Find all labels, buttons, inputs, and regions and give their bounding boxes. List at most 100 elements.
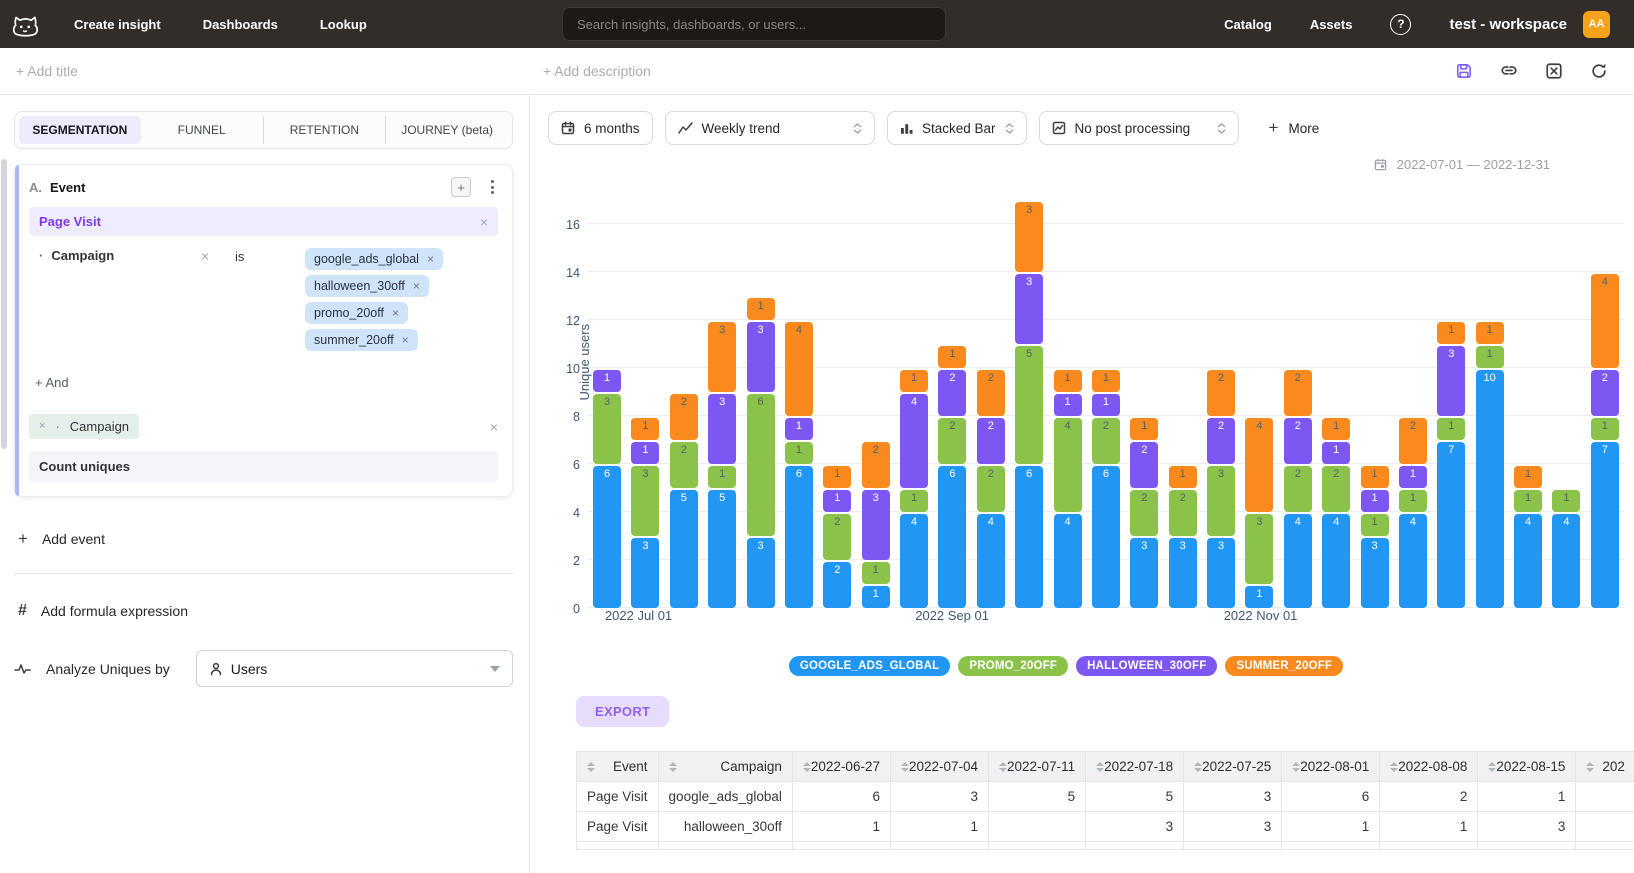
avatar[interactable]: AA [1583,11,1610,38]
column-header-Event[interactable]: Event [577,752,659,782]
segment-summer_20off[interactable]: 3 [1015,202,1043,272]
remove-chip-icon[interactable]: × [413,280,420,292]
bar-2022-07-04[interactable]: 3311 [631,416,659,608]
segment-promo_20off[interactable]: 3 [1245,514,1273,584]
segment-promo_20off[interactable]: 2 [1284,466,1312,512]
sort-icon[interactable] [587,762,595,772]
segment-halloween_30off[interactable]: 1 [1322,442,1350,464]
bar-2022-12-19[interactable]: 41 [1552,488,1580,608]
sort-icon[interactable] [1586,762,1594,772]
sort-icon[interactable] [1390,762,1398,772]
segment-halloween_30off[interactable]: 2 [1284,418,1312,464]
segment-halloween_30off[interactable]: 1 [1092,394,1120,416]
remove-event-icon[interactable]: × [480,215,488,229]
segment-halloween_30off[interactable]: 1 [1361,490,1389,512]
column-header-2022-07-04[interactable]: 2022-07-04 [890,752,988,782]
legend-promo_20off[interactable]: PROMO_20OFF [958,656,1068,676]
bar-2022-09-19[interactable]: 4411 [1054,368,1082,608]
segment-promo_20off[interactable]: 1 [1476,346,1504,368]
bar-2022-08-08[interactable]: 2211 [823,464,851,608]
segment-summer_20off[interactable]: 2 [670,394,698,440]
segment-google_ads_global[interactable]: 4 [900,514,928,608]
sort-icon[interactable] [803,762,811,772]
segment-promo_20off[interactable]: 1 [1552,490,1580,512]
segment-google_ads_global[interactable]: 4 [1322,514,1350,608]
bar-2022-10-10[interactable]: 321 [1169,464,1197,608]
sort-icon[interactable] [669,762,677,772]
segment-summer_20off[interactable]: 1 [1361,466,1389,488]
remove-breakdown-row-icon[interactable]: × [490,420,498,434]
column-header-2022-08-01[interactable]: 2022-08-01 [1282,752,1380,782]
bar-2022-06-27[interactable]: 631 [593,368,621,608]
help-icon[interactable]: ? [1390,14,1411,35]
segment-summer_20off[interactable]: 4 [785,322,813,416]
segment-halloween_30off[interactable]: 3 [708,394,736,464]
sort-icon[interactable] [1194,762,1202,772]
segment-google_ads_global[interactable]: 2 [823,562,851,608]
segment-summer_20off[interactable]: 2 [1207,370,1235,416]
segment-google_ads_global[interactable]: 3 [631,538,659,608]
export-button[interactable]: EXPORT [576,696,669,727]
segment-google_ads_global[interactable]: 4 [1552,514,1580,608]
segment-halloween_30off[interactable]: 1 [593,370,621,392]
segment-google_ads_global[interactable]: 6 [938,466,966,608]
segment-promo_20off[interactable]: 3 [631,466,659,536]
nav-create-insight[interactable]: Create insight [74,17,161,32]
tab-journey-beta-[interactable]: JOURNEY (beta) [385,116,508,144]
event-select-row[interactable]: Page Visit × [29,207,498,236]
segment-summer_20off[interactable]: 3 [708,322,736,392]
bar-2022-11-28[interactable]: 7131 [1437,320,1465,608]
segment-halloween_30off[interactable]: 4 [900,394,928,488]
bar-2022-09-12[interactable]: 6533 [1015,200,1043,608]
segment-google_ads_global[interactable]: 3 [1169,538,1197,608]
segment-google_ads_global[interactable]: 1 [1245,586,1273,608]
bar-2022-10-24[interactable]: 134 [1245,416,1273,608]
segment-halloween_30off[interactable]: 2 [938,370,966,416]
segment-halloween_30off[interactable]: 1 [823,490,851,512]
segment-google_ads_global[interactable]: 5 [670,490,698,608]
segment-summer_20off[interactable]: 1 [1054,370,1082,392]
segment-promo_20off[interactable]: 2 [1169,490,1197,536]
segment-halloween_30off[interactable]: 1 [1399,466,1427,488]
add-filter-icon[interactable]: + [451,177,471,197]
bar-2022-10-17[interactable]: 3322 [1207,368,1235,608]
column-header-2022-07-25[interactable]: 2022-07-25 [1184,752,1282,782]
add-title-button[interactable]: + Add title [16,63,78,79]
filter-value-chip[interactable]: google_ads_global× [305,248,443,270]
segment-google_ads_global[interactable]: 6 [785,466,813,608]
segment-summer_20off[interactable]: 1 [1514,466,1542,488]
segment-google_ads_global[interactable]: 3 [1207,538,1235,608]
column-header-2022-08-08[interactable]: 2022-08-08 [1380,752,1478,782]
column-header-Campaign[interactable]: Campaign [658,752,792,782]
segment-google_ads_global[interactable]: 4 [1284,514,1312,608]
segment-summer_20off[interactable]: 1 [747,298,775,320]
segment-summer_20off[interactable]: 1 [823,466,851,488]
aggregation-row[interactable]: Count uniques [29,451,498,482]
link-icon[interactable] [1500,62,1518,80]
bar-2022-11-07[interactable]: 4211 [1322,416,1350,608]
segment-summer_20off[interactable]: 2 [977,370,1005,416]
segment-summer_20off[interactable]: 1 [631,418,659,440]
kebab-menu-icon[interactable] [487,178,498,196]
segment-google_ads_global[interactable]: 5 [708,490,736,608]
segment-summer_20off[interactable]: 4 [1245,418,1273,512]
segment-promo_20off[interactable]: 1 [1437,418,1465,440]
segment-google_ads_global[interactable]: 4 [1054,514,1082,608]
sidebar-scrollbar[interactable] [1,159,7,449]
segment-promo_20off[interactable]: 1 [1514,490,1542,512]
segment-promo_20off[interactable]: 1 [1361,514,1389,536]
segment-promo_20off[interactable]: 1 [1591,418,1619,440]
segment-google_ads_global[interactable]: 6 [593,466,621,608]
date-range-display[interactable]: 2022-07-01 — 2022-12-31 [548,157,1634,172]
segment-summer_20off[interactable]: 1 [1476,322,1504,344]
segment-halloween_30off[interactable]: 1 [785,418,813,440]
segment-promo_20off[interactable]: 2 [938,418,966,464]
segment-promo_20off[interactable]: 2 [1092,418,1120,464]
bar-2022-08-29[interactable]: 6221 [938,344,966,608]
segment-summer_20off[interactable]: 2 [1284,370,1312,416]
bar-2022-08-22[interactable]: 4141 [900,368,928,608]
segment-promo_20off[interactable]: 2 [823,514,851,560]
column-header-2022-07-11[interactable]: 2022-07-11 [989,752,1086,782]
segment-google_ads_global[interactable]: 1 [862,586,890,608]
segment-promo_20off[interactable]: 1 [1399,490,1427,512]
